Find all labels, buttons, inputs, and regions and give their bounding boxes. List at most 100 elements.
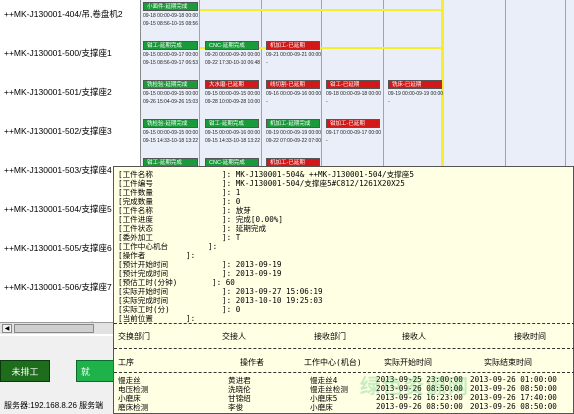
task-bar[interactable]: 铣检验-延期完成 — [143, 119, 198, 128]
process-cell: 李俊 — [228, 403, 244, 412]
task-time: 09-19 00:00-09-19 00:00 — [266, 130, 322, 136]
field-label: [工件状态 — [118, 224, 153, 233]
process-cell: 2013-09-26 17:40:00 — [470, 393, 557, 402]
transfer-column-header: 接收部门 — [314, 332, 346, 341]
divider — [114, 348, 574, 349]
task-bar[interactable]: 铣床-已延期 — [388, 80, 442, 89]
field-label: [工件数量 — [118, 188, 153, 197]
task-time: 09-15 08:56-09-17 06:53 — [143, 60, 199, 66]
scroll-thumb[interactable] — [14, 324, 94, 333]
field-label: [当前位置 — [118, 314, 153, 323]
task-bar[interactable]: 钳加工-已延期 — [326, 119, 380, 128]
field-label: [实际完成时间 — [118, 296, 169, 305]
field-value: ]: 放芽 — [222, 206, 251, 215]
transfer-column-header: 接收人 — [402, 332, 426, 341]
watermark: 绿色资源网 — [360, 376, 470, 398]
gantt-row-label: ++MK-J130001-502/支撑座3 — [0, 111, 141, 150]
today-marker-branch — [200, 9, 443, 11]
transfer-column-header: 交接人 — [222, 332, 246, 341]
task-time: 09-18 00:00-09-18 00:00 — [326, 91, 382, 97]
task-time: 09-16 00:00-09-16 00:00 — [266, 91, 322, 97]
divider — [114, 323, 574, 324]
field-label: [实际开始时间 — [118, 287, 169, 296]
process-cell: 磨床检测 — [118, 403, 149, 412]
gantt-row-label: ++MK-J130001-404/吊,卷盘机2 — [0, 0, 141, 33]
field-value: ]: 2013-09-27 15:06:19 — [222, 287, 323, 296]
unstarted-button[interactable]: 未排工 — [0, 360, 50, 382]
divider — [114, 372, 574, 373]
field-value: ]: 60 — [212, 278, 235, 287]
second-button[interactable]: 就 — [76, 360, 116, 382]
field-label: [预估工时(分钟) — [118, 278, 178, 287]
task-time: 09-22 17:30-10-10 06:48 — [205, 60, 261, 66]
field-value: ]: — [208, 242, 218, 251]
task-time: 09-19 00:00-09-19 00:00 — [388, 91, 444, 97]
task-time: - — [326, 99, 328, 105]
task-time: 09-15 00:00-09-16 00:00 — [205, 130, 261, 136]
field-value: ]: — [186, 251, 196, 260]
process-cell: 2013-09-26 08:50:00 — [470, 384, 557, 393]
field-label: [工作中心机台 — [118, 242, 169, 251]
task-time: 09-21 00:00-09-21 00:00 — [266, 52, 322, 58]
task-time: 09-15 00:00-09-15 00:00 — [143, 130, 199, 136]
field-label: [工件名称 — [118, 206, 153, 215]
transfer-column-header: 交换部门 — [118, 332, 150, 341]
field-value: ]: 0 — [222, 305, 241, 314]
task-bar[interactable]: 小面件-延期完成 — [143, 2, 198, 11]
field-label: [预计开始时间 — [118, 260, 169, 269]
task-detail-tooltip: [工件名称 ]: MK-J130001-504& ++MK-J130001-504… — [113, 166, 574, 414]
process-cell: 2013-09-26 08:50:00 — [376, 402, 463, 411]
process-cell: 2013-09-26 08:50:00 — [470, 402, 557, 411]
gantt-row-lane — [141, 0, 574, 33]
task-bar[interactable]: 铣检验-延期完成 — [143, 80, 198, 89]
field-value: ]: T — [222, 233, 241, 242]
task-bar[interactable]: 钳工-延期完成 — [143, 41, 198, 50]
field-label: [完成数量 — [118, 197, 153, 206]
gantt-row-label: ++MK-J130001-501/支撑座2 — [0, 72, 141, 111]
task-time: - — [326, 138, 328, 144]
task-time: 09-15 00:00-09-15 00:00 — [143, 91, 199, 97]
task-time: 09-26 15:04-09-26 15:03 — [143, 99, 199, 105]
process-cell: 2013-09-26 01:00:00 — [470, 375, 557, 384]
task-time: 09-15 08:56-10-15 08:56 — [143, 21, 199, 27]
transfer-column-header: 接收时间 — [514, 332, 546, 341]
field-label: [委外加工 — [118, 233, 153, 242]
field-value: ]: — [186, 314, 196, 323]
field-value: ]: MK-J130001-504& ++MK-J130001-504/支撑座5 — [222, 170, 414, 179]
field-value: ]: 延期完成 — [222, 224, 267, 233]
task-time: 09-18 00:00-09-18 00:00 — [143, 13, 199, 19]
field-label: [预计完成时间 — [118, 269, 169, 278]
task-time: 09-15 14:33-10-18 13:22 — [205, 138, 261, 144]
process-column-header: 工序 — [118, 358, 134, 367]
task-time: 09-15 00:00-09-15 00:00 — [205, 91, 261, 97]
app-window: ++MK-J130001-404/吊,卷盘机2 ++MK-J130001-500/… — [0, 0, 574, 414]
field-value: ]: 2013-09-19 — [222, 260, 282, 269]
task-time: 09-20 00:00-09-20 00:00 — [205, 52, 261, 58]
task-time: - — [388, 99, 390, 105]
task-bar[interactable]: 钳工-已延期 — [326, 80, 380, 89]
task-bar[interactable]: 大水磨-已延期 — [205, 80, 259, 89]
process-column-header: 工作中心(机台) — [304, 358, 362, 367]
field-value: ]: MK-J130001-504/支撑座5#C812/1261X20X25 — [222, 179, 405, 188]
process-column-header: 实际结束时间 — [484, 358, 532, 367]
status-bar: 服务器:192.168.8.26 服务端 — [4, 401, 104, 410]
field-label: [工件进度 — [118, 215, 153, 224]
scroll-left-icon[interactable]: ◀ — [2, 324, 12, 333]
field-label: [工件名称 — [118, 170, 153, 179]
field-value: ]: 完成[0.00%] — [222, 215, 283, 224]
task-bar[interactable]: 线切割-已延期 — [266, 80, 320, 89]
gantt-row[interactable]: ++MK-J130001-404/吊,卷盘机2 — [0, 0, 574, 33]
task-time: - — [266, 60, 268, 66]
field-value: ]: 0 — [222, 197, 241, 206]
task-time: 09-15 00:00-09-17 00:00 — [143, 52, 199, 58]
task-bar[interactable]: 钳工-延期完成 — [205, 119, 259, 128]
task-bar[interactable]: 机加工-延期完成 — [266, 119, 320, 128]
process-cell: 小磨床 — [310, 403, 333, 412]
task-time: 09-15 14:33-10-18 13:22 — [143, 138, 199, 144]
field-value: ]: 1 — [222, 188, 241, 197]
gantt-row-label: ++MK-J130001-500/支撑座1 — [0, 33, 141, 72]
task-time: 09-22 07:00-09-22 07:00 — [266, 138, 322, 144]
task-bar[interactable]: CNC-延期完成 — [205, 41, 259, 50]
process-column-header: 实际开始时间 — [384, 358, 432, 367]
task-bar[interactable]: 机加工-已延期 — [266, 41, 320, 50]
